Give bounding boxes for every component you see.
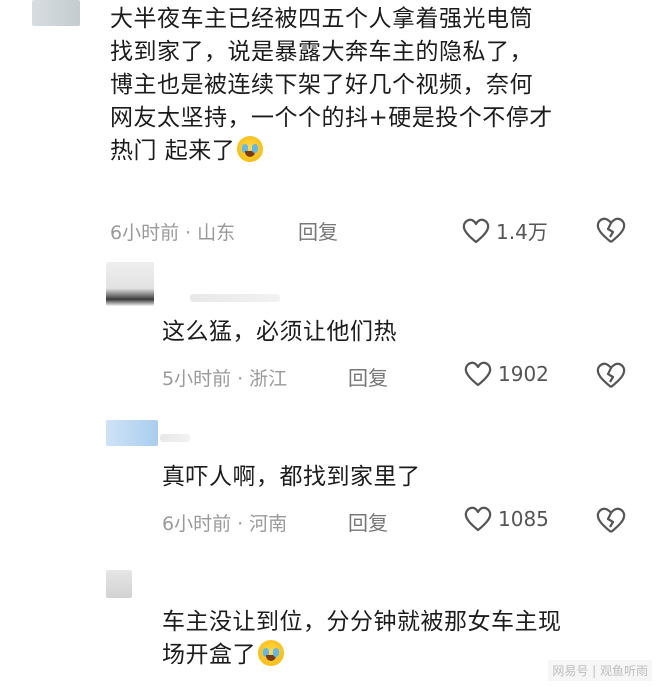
like-count: 1.4万 xyxy=(496,220,548,244)
separator: · xyxy=(237,513,244,535)
comment-meta: 5小时前 · 浙江 xyxy=(162,364,287,391)
comment-time: 6小时前 xyxy=(110,222,180,244)
comment-text: 真吓人啊，都找到家里了 xyxy=(162,461,421,494)
heart-outline-icon xyxy=(462,218,490,243)
heart-outline-icon xyxy=(464,506,492,532)
comment-location: 山东 xyxy=(197,222,236,244)
broken-heart-icon[interactable] xyxy=(596,506,626,534)
like-button[interactable]: 1.4万 xyxy=(462,216,548,245)
comment-location: 浙江 xyxy=(249,368,288,390)
watermark: 网易号 | 观鱼听雨 xyxy=(548,660,652,681)
broken-heart-icon[interactable] xyxy=(596,216,626,244)
comment-meta: 6小时前 · 山东 xyxy=(110,218,235,245)
reply-button[interactable]: 回复 xyxy=(298,216,338,245)
comment-text: 这么猛，必须让他们热 xyxy=(162,316,397,349)
reply-button[interactable]: 回复 xyxy=(348,362,388,391)
broken-heart-icon[interactable] xyxy=(596,361,626,389)
like-button[interactable]: 1085 xyxy=(464,506,549,532)
reply-button[interactable]: 回复 xyxy=(348,507,388,536)
comment-location: 河南 xyxy=(249,513,288,535)
comment-line: 场开盒了 xyxy=(162,639,562,672)
comment-text: 大半夜车主已经被四五个人拿着强光电筒 找到家了，说是暴露大奔车主的隐私了， 博主… xyxy=(110,3,553,168)
comment-line: 热门 起来了 xyxy=(110,135,553,168)
like-button[interactable]: 1902 xyxy=(464,361,549,387)
comment-line: 大半夜车主已经被四五个人拿着强光电筒 xyxy=(110,6,533,32)
username-blurred xyxy=(160,434,190,442)
comment-line: 这么猛，必须让他们热 xyxy=(162,319,397,345)
comment-text: 车主没让到位，分分钟就被那女车主现 场开盒了 xyxy=(162,606,562,672)
comment-line: 博主也是被连续下架了好几个视频，奈何 xyxy=(110,72,533,98)
separator: · xyxy=(237,368,244,390)
avatar[interactable] xyxy=(106,570,132,598)
username-blurred xyxy=(190,294,280,302)
comment-line: 找到家了，说是暴露大奔车主的隐私了， xyxy=(110,39,533,65)
like-count: 1902 xyxy=(498,362,549,386)
avatar[interactable] xyxy=(106,420,158,446)
heart-outline-icon xyxy=(464,361,492,387)
like-count: 1085 xyxy=(498,507,549,531)
comment-meta: 6小时前 · 河南 xyxy=(162,509,287,536)
comment-time: 6小时前 xyxy=(162,513,232,535)
separator: · xyxy=(185,222,192,244)
comment-time: 5小时前 xyxy=(162,368,232,390)
avatar[interactable] xyxy=(32,0,80,26)
crying-laughing-emoji-icon xyxy=(237,136,264,162)
avatar[interactable] xyxy=(106,262,154,306)
comment-line: 网友太坚持，一个个的抖+硬是投个不停才 xyxy=(110,105,553,131)
crying-laughing-emoji-icon xyxy=(258,640,284,666)
comment-line: 真吓人啊，都找到家里了 xyxy=(162,464,421,490)
comment-line: 车主没让到位，分分钟就被那女车主现 xyxy=(162,609,562,635)
